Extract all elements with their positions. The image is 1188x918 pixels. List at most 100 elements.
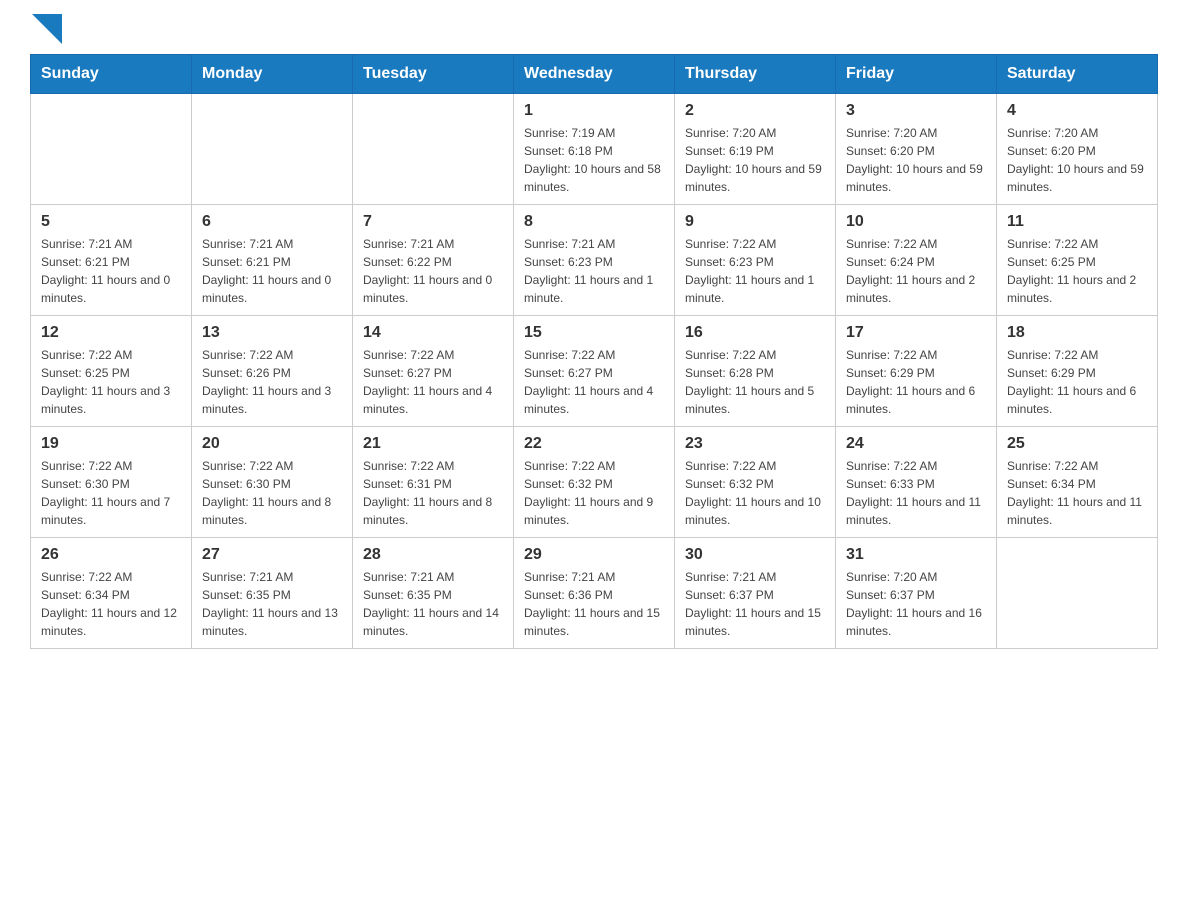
calendar-cell-w1-d3 — [353, 94, 514, 205]
day-number: 7 — [363, 213, 503, 231]
logo — [30, 20, 62, 38]
calendar-cell-w5-d1: 26 Sunrise: 7:22 AM Sunset: 6:34 PM Dayli… — [31, 538, 192, 649]
week-row-4: 19Sunrise: 7:22 AM Sunset: 6:30 PM Dayli… — [31, 427, 1158, 538]
day-info: Sunrise: 7:19 AM Sunset: 6:18 PM Dayligh… — [524, 124, 664, 196]
day-info: Sunrise: 7:20 AM Sunset: 6:37 PM Dayligh… — [846, 568, 986, 640]
day-number: 17 — [846, 324, 986, 342]
page-header — [30, 20, 1158, 38]
calendar-cell-w1-d5: 2 Sunrise: 7:20 AM Sunset: 6:19 PM Daylig… — [675, 94, 836, 205]
calendar-cell-w2-d5: 9Sunrise: 7:22 AM Sunset: 6:23 PM Daylig… — [675, 205, 836, 316]
week-row-5: 26 Sunrise: 7:22 AM Sunset: 6:34 PM Dayli… — [31, 538, 1158, 649]
calendar-cell-w5-d6: 31 Sunrise: 7:20 AM Sunset: 6:37 PM Dayli… — [836, 538, 997, 649]
calendar-cell-w4-d5: 23 Sunrise: 7:22 AM Sunset: 6:32 PM Dayli… — [675, 427, 836, 538]
header-wednesday: Wednesday — [514, 55, 675, 94]
day-number: 27 — [202, 546, 342, 564]
day-number: 31 — [846, 546, 986, 564]
day-info: Sunrise: 7:22 AM Sunset: 6:27 PM Dayligh… — [363, 346, 503, 418]
week-row-3: 12 Sunrise: 7:22 AM Sunset: 6:25 PM Dayli… — [31, 316, 1158, 427]
calendar-cell-w4-d7: 25Sunrise: 7:22 AM Sunset: 6:34 PM Dayli… — [997, 427, 1158, 538]
header-sunday: Sunday — [31, 55, 192, 94]
day-number: 14 — [363, 324, 503, 342]
day-info: Sunrise: 7:22 AM Sunset: 6:34 PM Dayligh… — [41, 568, 181, 640]
day-info: Sunrise: 7:22 AM Sunset: 6:26 PM Dayligh… — [202, 346, 342, 418]
day-number: 1 — [524, 102, 664, 120]
day-number: 5 — [41, 213, 181, 231]
day-number: 18 — [1007, 324, 1147, 342]
calendar-cell-w1-d4: 1 Sunrise: 7:19 AM Sunset: 6:18 PM Daylig… — [514, 94, 675, 205]
day-number: 20 — [202, 435, 342, 453]
calendar-cell-w1-d7: 4Sunrise: 7:20 AM Sunset: 6:20 PM Daylig… — [997, 94, 1158, 205]
day-number: 28 — [363, 546, 503, 564]
header-monday: Monday — [192, 55, 353, 94]
day-info: Sunrise: 7:22 AM Sunset: 6:29 PM Dayligh… — [1007, 346, 1147, 418]
calendar-cell-w4-d4: 22 Sunrise: 7:22 AM Sunset: 6:32 PM Dayli… — [514, 427, 675, 538]
calendar-cell-w3-d3: 14 Sunrise: 7:22 AM Sunset: 6:27 PM Dayli… — [353, 316, 514, 427]
header-tuesday: Tuesday — [353, 55, 514, 94]
day-info: Sunrise: 7:22 AM Sunset: 6:31 PM Dayligh… — [363, 457, 503, 529]
calendar-cell-w1-d6: 3 Sunrise: 7:20 AM Sunset: 6:20 PM Daylig… — [836, 94, 997, 205]
day-number: 30 — [685, 546, 825, 564]
calendar-cell-w2-d1: 5 Sunrise: 7:21 AM Sunset: 6:21 PM Daylig… — [31, 205, 192, 316]
calendar-cell-w5-d7 — [997, 538, 1158, 649]
calendar-cell-w2-d7: 11 Sunrise: 7:22 AM Sunset: 6:25 PM Dayli… — [997, 205, 1158, 316]
day-number: 3 — [846, 102, 986, 120]
week-row-1: 1 Sunrise: 7:19 AM Sunset: 6:18 PM Daylig… — [31, 94, 1158, 205]
day-info: Sunrise: 7:20 AM Sunset: 6:20 PM Dayligh… — [1007, 124, 1147, 196]
day-info: Sunrise: 7:22 AM Sunset: 6:29 PM Dayligh… — [846, 346, 986, 418]
day-number: 25 — [1007, 435, 1147, 453]
day-info: Sunrise: 7:22 AM Sunset: 6:25 PM Dayligh… — [41, 346, 181, 418]
day-number: 12 — [41, 324, 181, 342]
day-info: Sunrise: 7:22 AM Sunset: 6:25 PM Dayligh… — [1007, 235, 1147, 307]
day-info: Sunrise: 7:21 AM Sunset: 6:35 PM Dayligh… — [202, 568, 342, 640]
day-info: Sunrise: 7:20 AM Sunset: 6:19 PM Dayligh… — [685, 124, 825, 196]
calendar-cell-w5-d5: 30 Sunrise: 7:21 AM Sunset: 6:37 PM Dayli… — [675, 538, 836, 649]
day-number: 8 — [524, 213, 664, 231]
calendar-cell-w4-d3: 21 Sunrise: 7:22 AM Sunset: 6:31 PM Dayli… — [353, 427, 514, 538]
calendar-cell-w3-d1: 12 Sunrise: 7:22 AM Sunset: 6:25 PM Dayli… — [31, 316, 192, 427]
calendar-table: Sunday Monday Tuesday Wednesday Thursday… — [30, 54, 1158, 649]
day-info: Sunrise: 7:21 AM Sunset: 6:35 PM Dayligh… — [363, 568, 503, 640]
calendar-cell-w3-d6: 17 Sunrise: 7:22 AM Sunset: 6:29 PM Dayli… — [836, 316, 997, 427]
day-number: 6 — [202, 213, 342, 231]
calendar-cell-w3-d5: 16 Sunrise: 7:22 AM Sunset: 6:28 PM Dayli… — [675, 316, 836, 427]
day-info: Sunrise: 7:21 AM Sunset: 6:36 PM Dayligh… — [524, 568, 664, 640]
day-info: Sunrise: 7:22 AM Sunset: 6:28 PM Dayligh… — [685, 346, 825, 418]
day-number: 21 — [363, 435, 503, 453]
day-info: Sunrise: 7:21 AM Sunset: 6:21 PM Dayligh… — [202, 235, 342, 307]
day-number: 13 — [202, 324, 342, 342]
day-number: 22 — [524, 435, 664, 453]
day-number: 24 — [846, 435, 986, 453]
calendar-cell-w1-d1 — [31, 94, 192, 205]
day-info: Sunrise: 7:22 AM Sunset: 6:32 PM Dayligh… — [685, 457, 825, 529]
day-info: Sunrise: 7:22 AM Sunset: 6:24 PM Dayligh… — [846, 235, 986, 307]
day-info: Sunrise: 7:22 AM Sunset: 6:33 PM Dayligh… — [846, 457, 986, 529]
day-info: Sunrise: 7:22 AM Sunset: 6:30 PM Dayligh… — [41, 457, 181, 529]
day-info: Sunrise: 7:22 AM Sunset: 6:32 PM Dayligh… — [524, 457, 664, 529]
calendar-cell-w3-d4: 15 Sunrise: 7:22 AM Sunset: 6:27 PM Dayli… — [514, 316, 675, 427]
week-row-2: 5 Sunrise: 7:21 AM Sunset: 6:21 PM Daylig… — [31, 205, 1158, 316]
calendar-cell-w2-d4: 8Sunrise: 7:21 AM Sunset: 6:23 PM Daylig… — [514, 205, 675, 316]
day-number: 29 — [524, 546, 664, 564]
day-number: 16 — [685, 324, 825, 342]
day-number: 26 — [41, 546, 181, 564]
calendar-cell-w5-d3: 28 Sunrise: 7:21 AM Sunset: 6:35 PM Dayli… — [353, 538, 514, 649]
calendar-header: Sunday Monday Tuesday Wednesday Thursday… — [31, 55, 1158, 94]
header-friday: Friday — [836, 55, 997, 94]
calendar-cell-w4-d1: 19Sunrise: 7:22 AM Sunset: 6:30 PM Dayli… — [31, 427, 192, 538]
calendar-cell-w3-d2: 13 Sunrise: 7:22 AM Sunset: 6:26 PM Dayli… — [192, 316, 353, 427]
day-number: 11 — [1007, 213, 1147, 231]
day-number: 10 — [846, 213, 986, 231]
day-info: Sunrise: 7:20 AM Sunset: 6:20 PM Dayligh… — [846, 124, 986, 196]
day-info: Sunrise: 7:22 AM Sunset: 6:27 PM Dayligh… — [524, 346, 664, 418]
calendar-cell-w2-d3: 7Sunrise: 7:21 AM Sunset: 6:22 PM Daylig… — [353, 205, 514, 316]
calendar-cell-w2-d6: 10 Sunrise: 7:22 AM Sunset: 6:24 PM Dayli… — [836, 205, 997, 316]
logo-icon — [32, 14, 62, 44]
day-info: Sunrise: 7:21 AM Sunset: 6:21 PM Dayligh… — [41, 235, 181, 307]
day-number: 9 — [685, 213, 825, 231]
day-number: 2 — [685, 102, 825, 120]
day-number: 15 — [524, 324, 664, 342]
day-info: Sunrise: 7:21 AM Sunset: 6:37 PM Dayligh… — [685, 568, 825, 640]
calendar-cell-w3-d7: 18 Sunrise: 7:22 AM Sunset: 6:29 PM Dayli… — [997, 316, 1158, 427]
calendar-cell-w1-d2 — [192, 94, 353, 205]
day-number: 23 — [685, 435, 825, 453]
